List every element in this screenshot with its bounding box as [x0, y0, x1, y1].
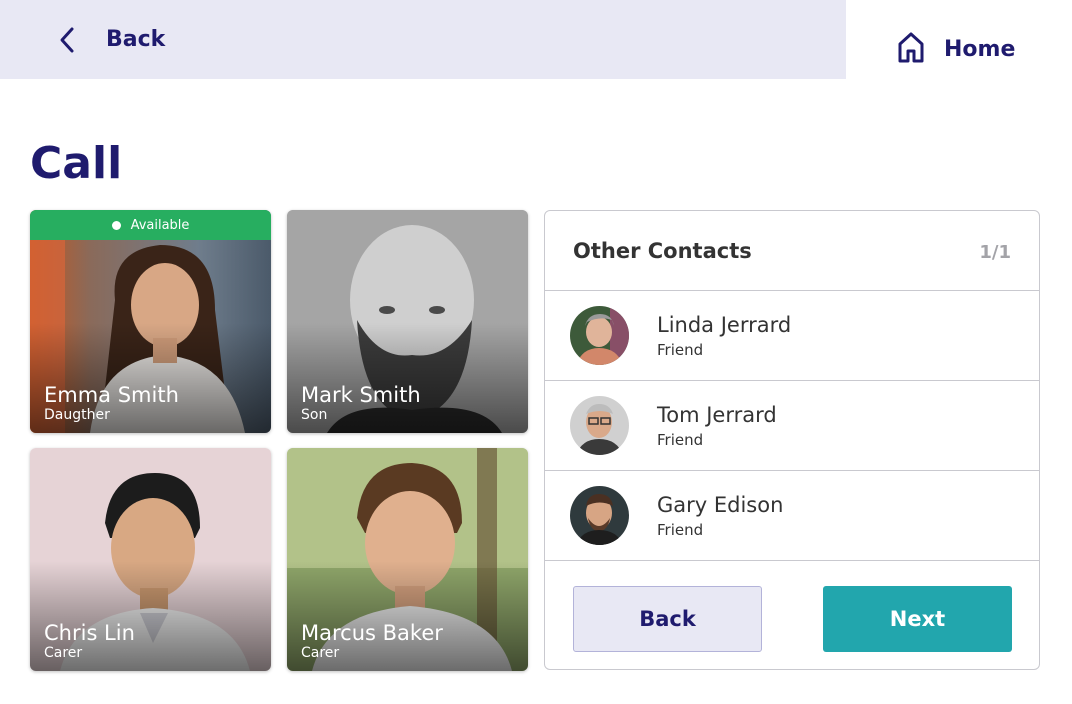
panel-title: Other Contacts [573, 239, 752, 263]
avatar [570, 306, 629, 365]
contact-row-linda-jerrard[interactable]: Linda Jerrard Friend [545, 291, 1039, 381]
contact-relation: Carer [301, 645, 340, 661]
panel-back-button[interactable]: Back [573, 586, 762, 652]
contact-relation: Friend [657, 521, 704, 539]
contact-card-mark-smith[interactable]: Mark Smith Son [287, 210, 528, 433]
contact-relation: Daugther [44, 407, 110, 423]
home-label: Home [944, 36, 1016, 62]
panel-header: Other Contacts 1/1 [545, 211, 1039, 291]
page-title: Call [30, 138, 123, 189]
contact-relation: Friend [657, 341, 704, 359]
status-badge: Available [30, 210, 271, 240]
contact-name: Linda Jerrard [657, 313, 792, 337]
contact-name: Gary Edison [657, 493, 784, 517]
chevron-left-icon [56, 25, 78, 55]
contact-relation: Friend [657, 431, 704, 449]
contact-row-gary-edison[interactable]: Gary Edison Friend [545, 471, 1039, 561]
contact-card-chris-lin[interactable]: Chris Lin Carer [30, 448, 271, 671]
status-label: Available [130, 217, 190, 233]
contact-row-tom-jerrard[interactable]: Tom Jerrard Friend [545, 381, 1039, 471]
header-back-label: Back [106, 27, 166, 52]
contact-name: Marcus Baker [301, 621, 443, 645]
avatar [570, 396, 629, 455]
header-back-button[interactable]: Back [56, 25, 165, 55]
house-icon [896, 30, 926, 68]
contact-card-emma-smith[interactable]: Available Emma Smith Daugther [30, 210, 271, 433]
contact-relation: Carer [44, 645, 83, 661]
top-bar: Back [0, 0, 846, 79]
contact-name: Mark Smith [301, 383, 421, 407]
contact-name: Tom Jerrard [657, 403, 777, 427]
page-indicator: 1/1 [979, 242, 1011, 263]
contact-name: Emma Smith [44, 383, 179, 407]
avatar [570, 486, 629, 545]
contact-card-marcus-baker[interactable]: Marcus Baker Carer [287, 448, 528, 671]
home-button[interactable]: Home [896, 30, 1015, 68]
panel-next-button[interactable]: Next [823, 586, 1012, 652]
status-dot-icon [111, 220, 121, 230]
contact-relation: Son [301, 407, 328, 423]
contact-name: Chris Lin [44, 621, 135, 645]
other-contacts-panel: Other Contacts 1/1 Linda Jerrard Friend [544, 210, 1040, 670]
